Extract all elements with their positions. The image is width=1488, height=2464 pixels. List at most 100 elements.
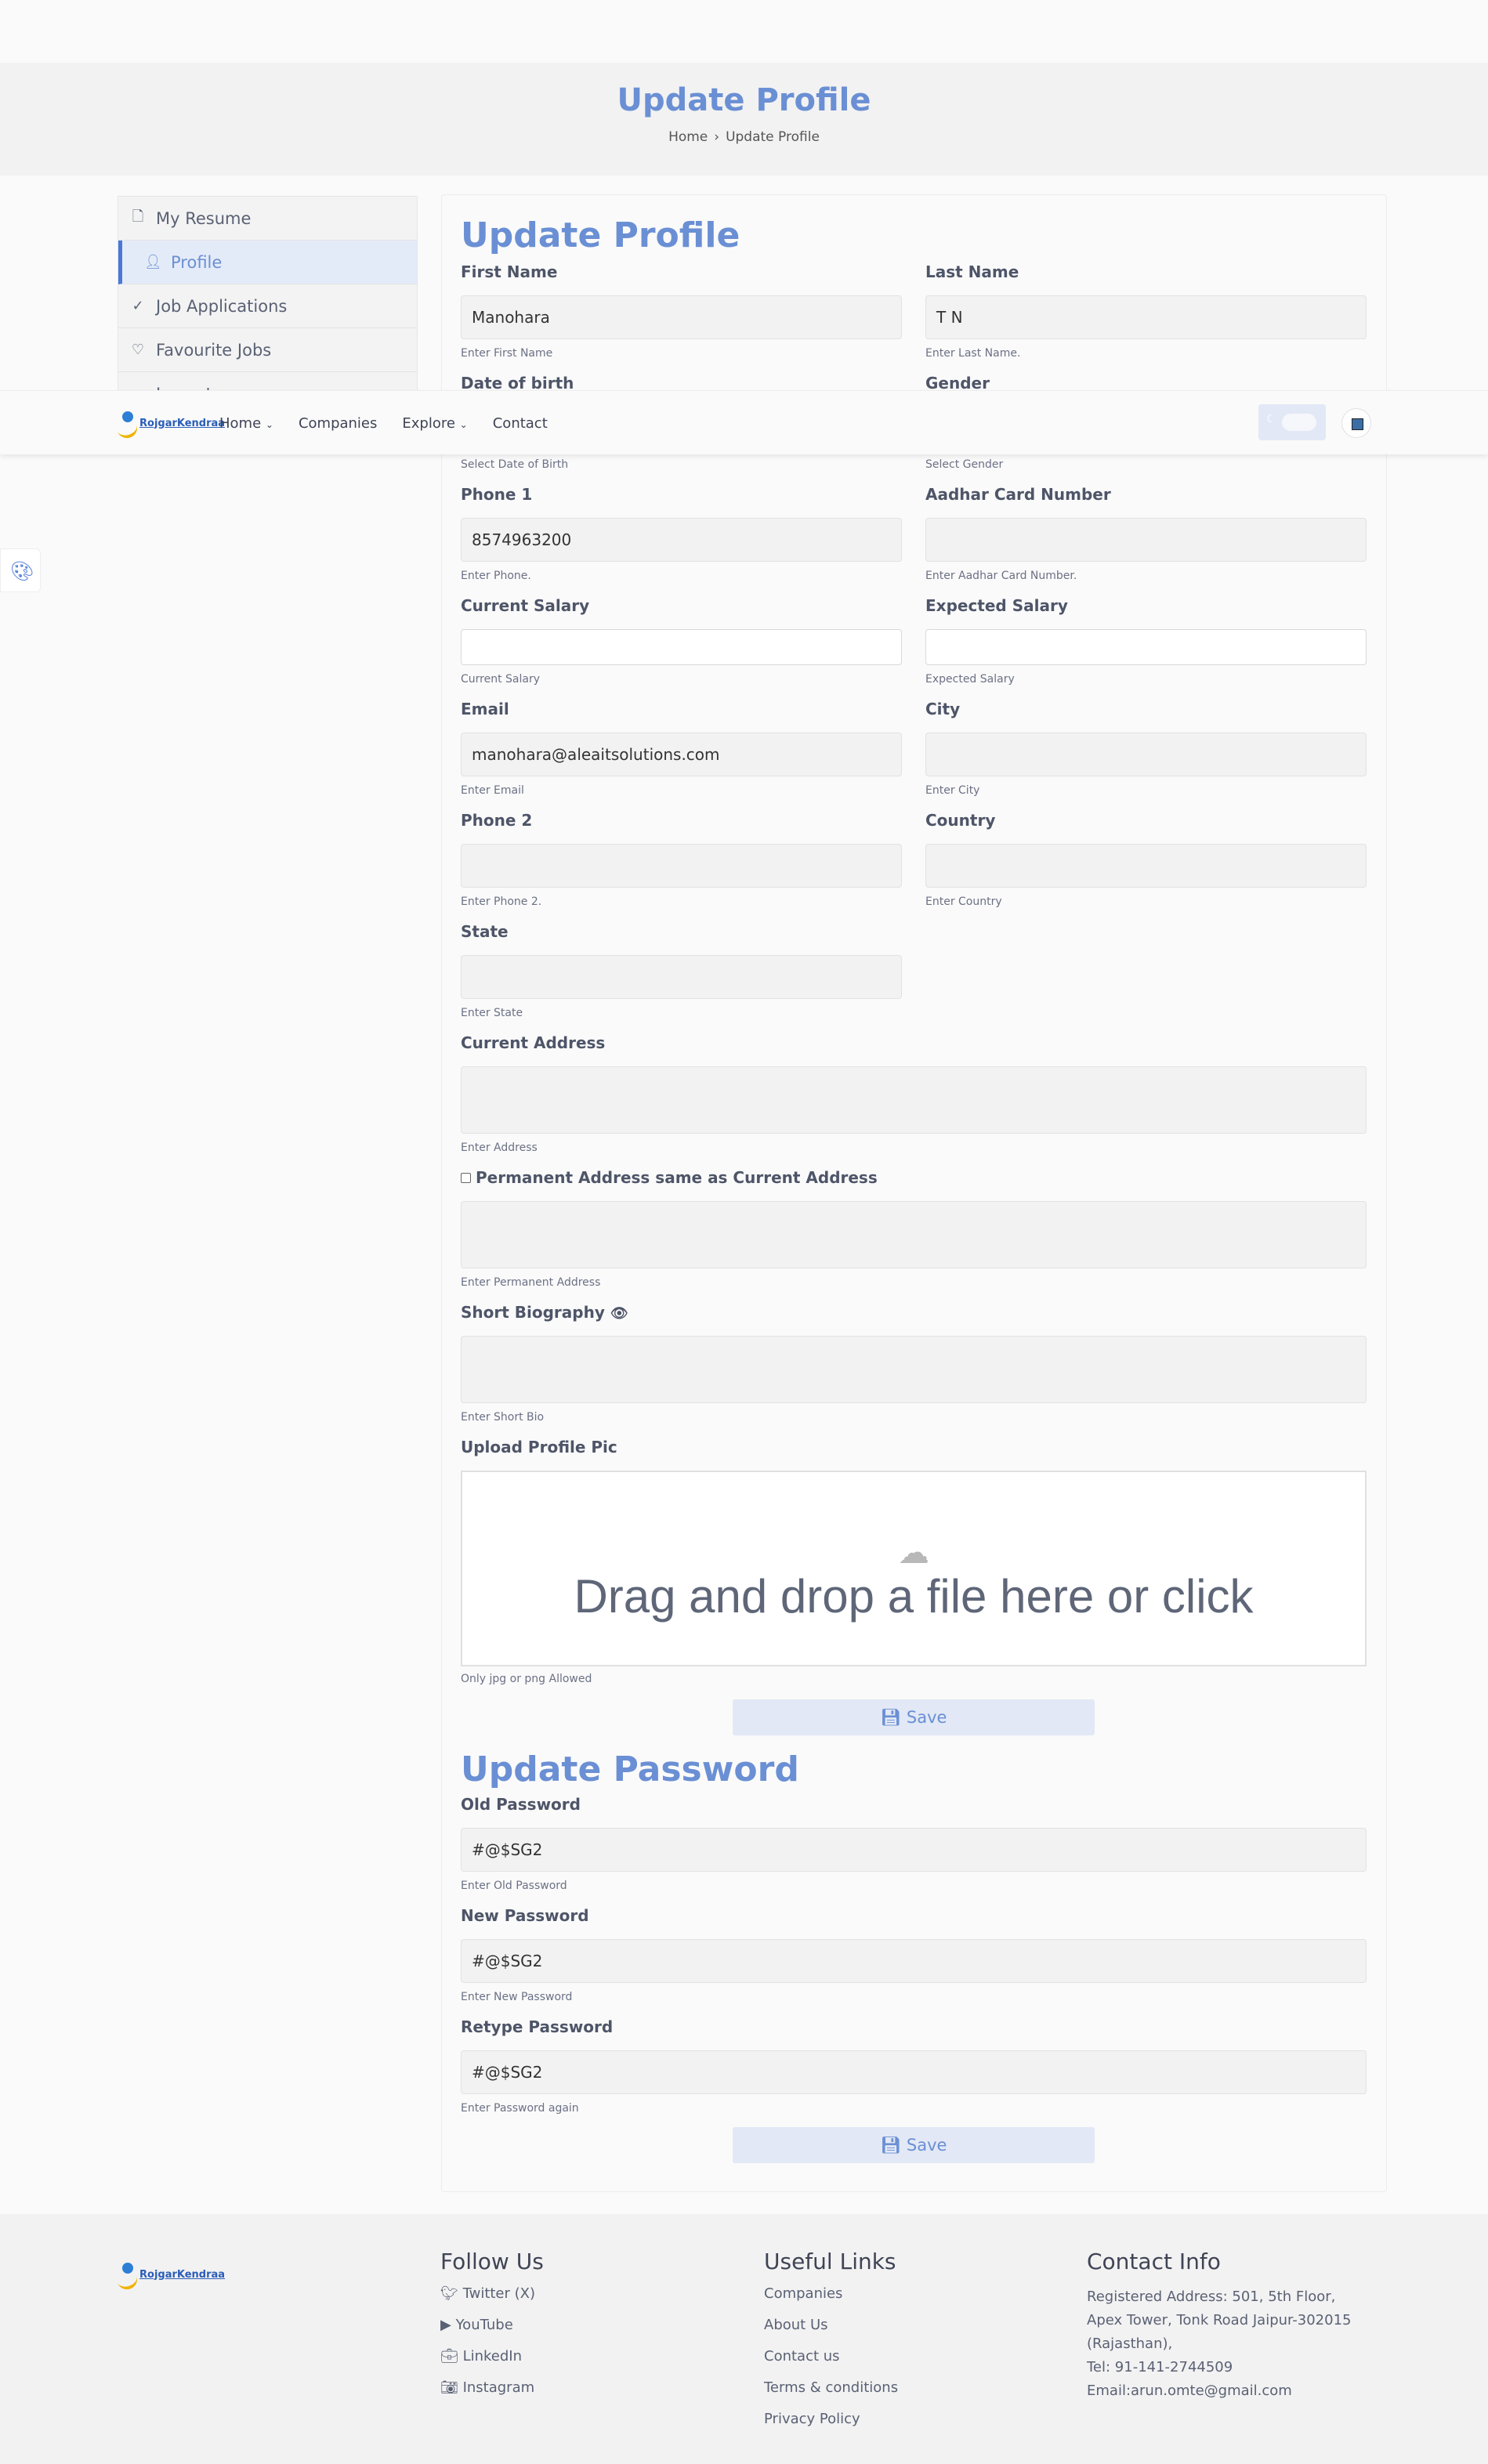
linkedin-link[interactable]: 💼︎ LinkedIn: [440, 2348, 544, 2379]
profile-form-card: Update Profile First Name Manohara Enter…: [441, 194, 1387, 2192]
email-hint: Enter Email: [461, 784, 524, 797]
expected-salary-hint: Expected Salary: [925, 673, 1015, 686]
current-salary-label: Current Salary: [461, 596, 590, 615]
old-password-input[interactable]: #@$SG2: [461, 1828, 1367, 1872]
dob-hint: Select Date of Birth: [461, 458, 569, 471]
top-navbar: RojgarKendraa Home ⌄ Companies Explore ⌄…: [0, 390, 1488, 454]
country-hint: Enter Country: [925, 896, 1002, 908]
footer-links-title: Useful Links: [764, 2249, 896, 2274]
last-name-label: Last Name: [925, 262, 1019, 281]
permanent-address-textarea[interactable]: [461, 1201, 1367, 1268]
file-icon: 🗋: [132, 208, 144, 225]
aadhar-label: Aadhar Card Number: [925, 485, 1111, 504]
permanent-address-hint: Enter Permanent Address: [461, 1276, 601, 1289]
phone1-hint: Enter Phone.: [461, 570, 531, 582]
short-bio-hint: Enter Short Bio: [461, 1411, 545, 1424]
last-name-input[interactable]: T N: [925, 295, 1367, 339]
first-name-input[interactable]: Manohara: [461, 295, 902, 339]
state-hint: Enter State: [461, 1007, 523, 1019]
breadcrumb-home[interactable]: Home: [668, 129, 708, 145]
retype-password-hint: Enter Password again: [461, 2102, 579, 2115]
page-title: Update Profile: [617, 82, 871, 118]
phone2-input[interactable]: [461, 844, 902, 888]
brand-logo-mark: [118, 408, 138, 438]
short-bio-label-text: Short Biography: [461, 1303, 605, 1322]
sidebar-item-my-resume[interactable]: 🗋 My Resume: [118, 197, 417, 241]
eye-icon[interactable]: 👁︎: [610, 1305, 628, 1322]
expected-salary-input[interactable]: [925, 629, 1367, 665]
nav-contact[interactable]: Contact: [493, 415, 548, 432]
sidebar-item-label: Job Applications: [156, 296, 288, 316]
breadcrumb: Home › Update Profile: [0, 129, 1488, 145]
current-address-textarea[interactable]: [461, 1066, 1367, 1134]
save-icon: 💾︎: [880, 2136, 907, 2155]
theme-toggle[interactable]: ☾: [1258, 404, 1326, 440]
city-input[interactable]: [925, 733, 1367, 776]
user-avatar[interactable]: [1341, 408, 1371, 438]
checkbox-box[interactable]: [461, 1172, 471, 1183]
twitter-label: Twitter (X): [462, 2285, 536, 2302]
nav-home[interactable]: Home ⌄: [219, 415, 273, 432]
instagram-link[interactable]: 📷︎ Instagram: [440, 2379, 544, 2411]
city-label: City: [925, 700, 961, 718]
aadhar-input[interactable]: [925, 518, 1367, 562]
last-name-hint: Enter Last Name.: [925, 347, 1021, 360]
footer-link-contact[interactable]: Contact us: [764, 2348, 898, 2379]
new-password-hint: Enter New Password: [461, 1991, 573, 2003]
state-input[interactable]: [461, 955, 902, 999]
moon-icon: ☾: [1266, 413, 1276, 425]
footer-link-companies[interactable]: Companies: [764, 2285, 898, 2317]
email-input[interactable]: manohara@aleaitsolutions.com: [461, 733, 902, 776]
linkedin-label: LinkedIn: [462, 2348, 523, 2364]
retype-password-input[interactable]: #@$SG2: [461, 2050, 1367, 2094]
save-profile-button[interactable]: 💾︎ Save: [733, 1699, 1095, 1735]
current-address-label: Current Address: [461, 1033, 606, 1052]
theme-palette-button[interactable]: 🎨︎: [0, 548, 41, 592]
youtube-link[interactable]: ▶ YouTube: [440, 2317, 544, 2348]
footer-logo[interactable]: RojgarKendraa: [118, 2260, 225, 2289]
phone2-label: Phone 2: [461, 811, 533, 830]
retype-password-label: Retype Password: [461, 2017, 614, 2036]
nav-explore[interactable]: Explore ⌄: [402, 415, 467, 432]
country-label: Country: [925, 811, 996, 830]
footer-email: Email:arun.omte@gmail.com: [1087, 2383, 1292, 2399]
email-label: Email: [461, 700, 509, 718]
state-label: State: [461, 922, 509, 941]
city-hint: Enter City: [925, 784, 980, 797]
save-label: Save: [906, 2136, 947, 2155]
short-bio-textarea[interactable]: [461, 1336, 1367, 1403]
old-password-label: Old Password: [461, 1795, 581, 1814]
sidebar-item-job-applications[interactable]: ✓ Job Applications: [118, 284, 417, 328]
sidebar-item-label: Favourite Jobs: [156, 340, 272, 360]
sidebar-item-profile[interactable]: 👤︎ Profile: [118, 241, 417, 284]
footer-contact-title: Contact Info: [1087, 2249, 1221, 2274]
country-input[interactable]: [925, 844, 1367, 888]
save-password-button[interactable]: 💾︎ Save: [733, 2127, 1095, 2163]
twitter-link[interactable]: 🐦︎ Twitter (X): [440, 2285, 544, 2317]
file-dropzone[interactable]: ☁ Drag and drop a file here or click: [461, 1471, 1367, 1666]
nav-companies[interactable]: Companies: [299, 415, 377, 432]
phone1-label: Phone 1: [461, 485, 533, 504]
sidebar-item-favourite-jobs[interactable]: ♡ Favourite Jobs: [118, 328, 417, 372]
phone1-input[interactable]: 8574963200: [461, 518, 902, 562]
first-name-hint: Enter First Name: [461, 347, 553, 360]
footer-address: Registered Address: 501, 5th Floor, Apex…: [1087, 2289, 1352, 2352]
palette-icon: 🎨︎: [10, 560, 34, 582]
footer-link-about[interactable]: About Us: [764, 2317, 898, 2348]
phone2-hint: Enter Phone 2.: [461, 896, 542, 908]
profile-heading: Update Profile: [461, 215, 740, 255]
footer-link-terms[interactable]: Terms & conditions: [764, 2379, 898, 2411]
instagram-label: Instagram: [462, 2379, 535, 2396]
footer-link-privacy[interactable]: Privacy Policy: [764, 2411, 898, 2442]
page-header: Update Profile Home › Update Profile: [0, 63, 1488, 175]
permanent-same-checkbox[interactable]: Permanent Address same as Current Addres…: [461, 1168, 878, 1187]
brand-logo[interactable]: RojgarKendraa: [118, 408, 225, 438]
new-password-input[interactable]: #@$SG2: [461, 1939, 1367, 1983]
chevron-down-icon: ⌄: [459, 418, 468, 430]
save-icon: 💾︎: [880, 1708, 907, 1727]
permanent-same-label: Permanent Address same as Current Addres…: [476, 1168, 878, 1187]
sidebar-item-label: Profile: [171, 252, 223, 272]
current-salary-input[interactable]: [461, 629, 902, 665]
instagram-icon: 📷︎: [440, 2379, 463, 2396]
dropzone-text: Drag and drop a file here or click: [574, 1570, 1254, 1623]
